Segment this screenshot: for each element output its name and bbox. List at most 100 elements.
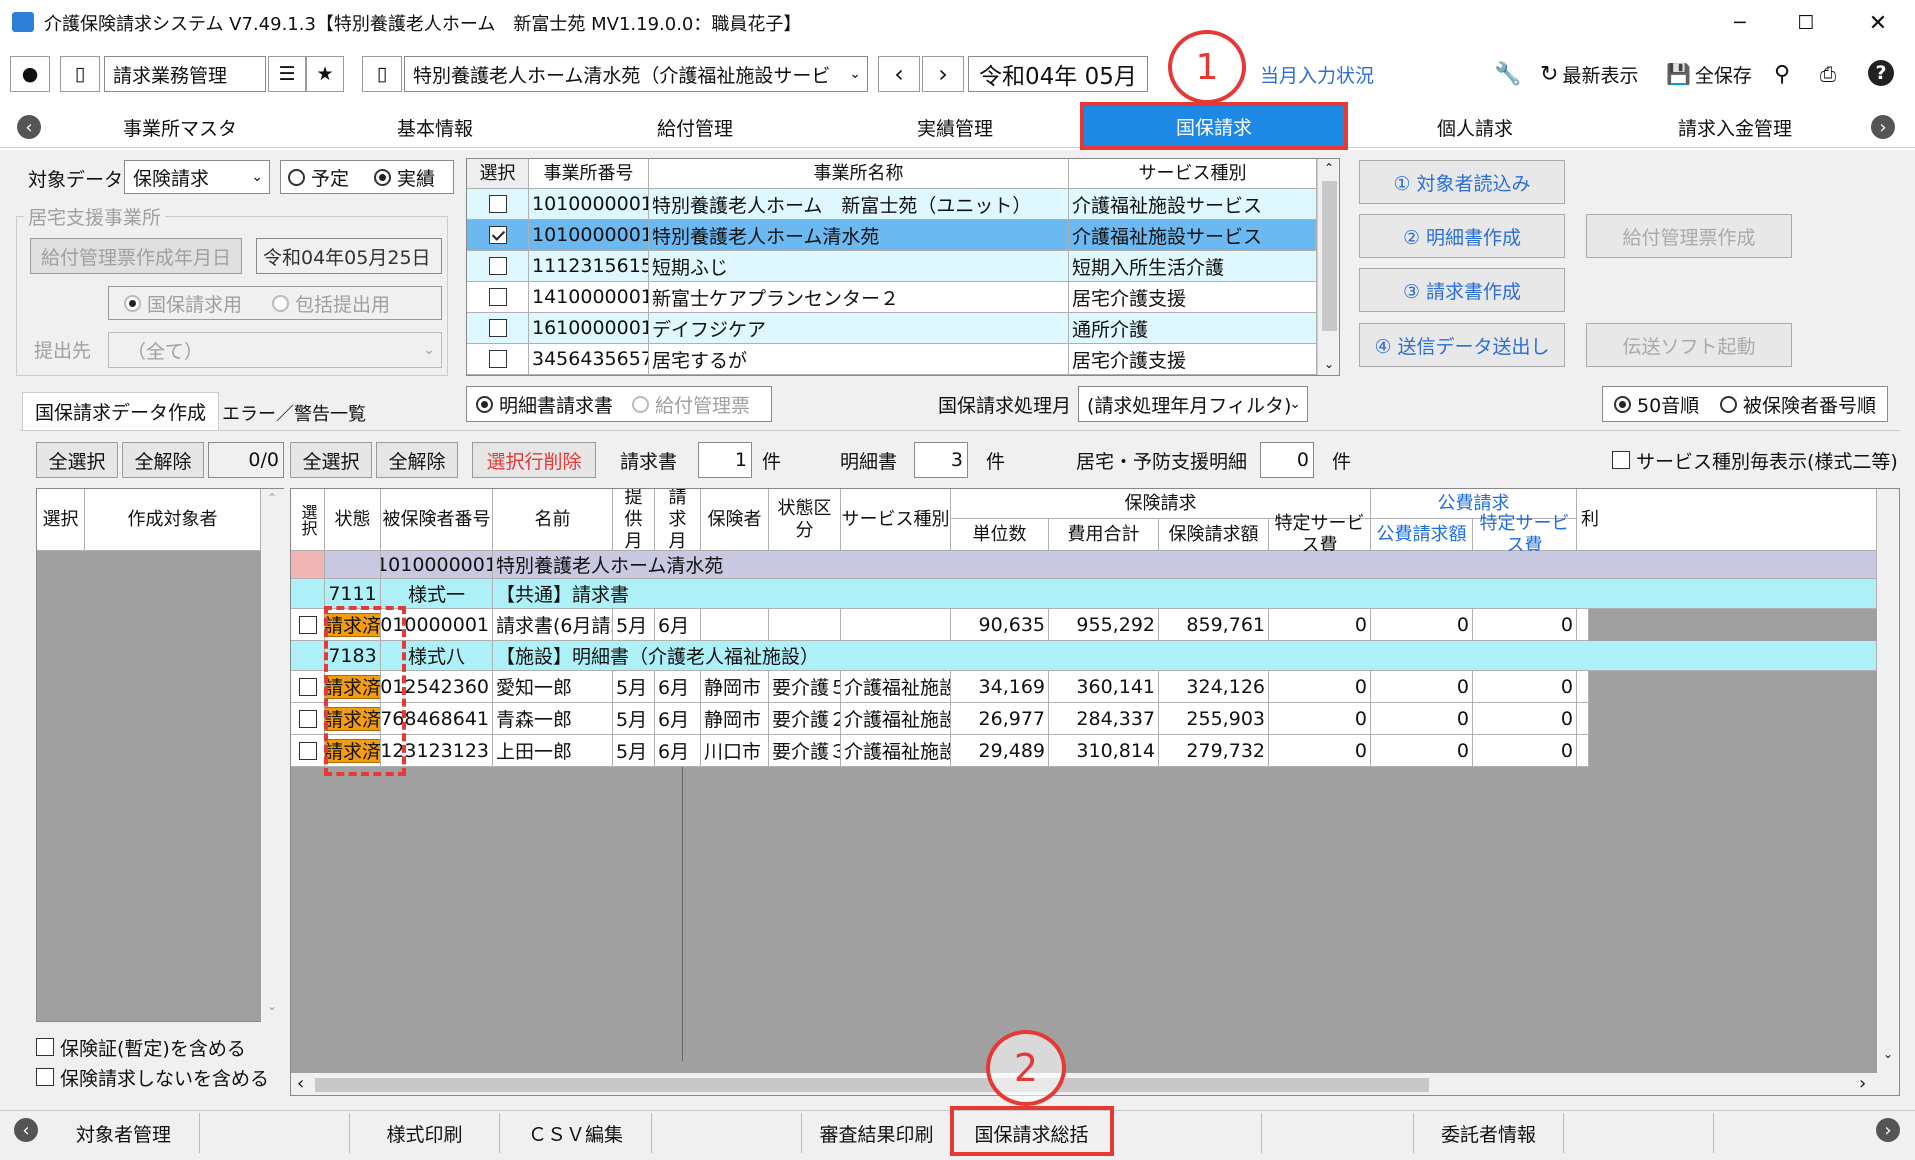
wrench-icon[interactable]: 🔧 <box>1494 56 1521 92</box>
fac-row-checkbox[interactable] <box>467 220 529 251</box>
month-status-link[interactable]: 当月入力状況 <box>1260 56 1374 92</box>
row-public-special[interactable]: 0 <box>1473 735 1577 767</box>
service-display-checkbox[interactable]: サービス種別毎表示(様式二等) <box>1612 442 1898 478</box>
sort-50-radio[interactable]: 50音順 <box>1614 386 1699 422</box>
prev-month-button[interactable]: ‹ <box>878 56 920 92</box>
tab-personal-claim[interactable]: 個人請求 <box>1370 108 1580 146</box>
detail-invoice-radio[interactable]: 明細書請求書 <box>476 386 613 422</box>
create-detail-button[interactable]: ② 明細書作成 <box>1359 214 1565 258</box>
left-clear-all-button[interactable]: 全解除 <box>122 442 204 478</box>
row-units[interactable]: 34,169 <box>951 671 1049 703</box>
row-name[interactable]: 青森一郎 <box>493 703 613 735</box>
actual-radio[interactable]: 実績 <box>374 160 435 194</box>
minimize-button[interactable]: ─ <box>1720 0 1760 46</box>
row-units[interactable]: 90,635 <box>951 609 1049 641</box>
row-total[interactable]: 310,814 <box>1049 735 1159 767</box>
row-public-claim[interactable]: 0 <box>1371 703 1473 735</box>
row-claim[interactable]: 324,126 <box>1159 671 1269 703</box>
row-bill[interactable]: 6月 <box>655 609 701 641</box>
print-icon[interactable]: ⎙ <box>1820 56 1836 92</box>
sort-no-radio[interactable]: 被保険者番号順 <box>1720 386 1876 422</box>
row-special[interactable]: 0 <box>1269 609 1371 641</box>
tab-form-print[interactable]: 様式印刷 <box>350 1113 500 1153</box>
fac-row-checkbox[interactable] <box>467 189 529 220</box>
tab-benefit-mgmt[interactable]: 給付管理 <box>590 108 800 146</box>
row-units[interactable]: 26,977 <box>951 703 1049 735</box>
row-public-special[interactable]: 0 <box>1473 671 1577 703</box>
row-public-special[interactable]: 0 <box>1473 703 1577 735</box>
scroll-thumb[interactable] <box>1322 181 1337 331</box>
tab-kokuho-claim[interactable]: 国保請求 <box>1080 102 1348 150</box>
grid-hscrollbar[interactable]: ‹ › <box>291 1073 1899 1095</box>
row-checkbox[interactable] <box>291 703 325 735</box>
tab-blank-4[interactable] <box>1262 1113 1414 1153</box>
form-row-title[interactable]: 【施設】明細書（介護老人福祉施設） <box>493 641 1877 671</box>
no-claim-checkbox[interactable]: 保険請求しないを含める <box>36 1062 269 1092</box>
process-month-select[interactable]: (請求処理年月フィルタ) ⌄ <box>1078 386 1308 422</box>
row-checkbox[interactable] <box>291 671 325 703</box>
scroll-down-icon[interactable]: ⌄ <box>1883 1047 1893 1061</box>
tab-data-create[interactable]: 国保請求データ作成 <box>22 392 220 430</box>
row-total[interactable]: 955,292 <box>1049 609 1159 641</box>
fac-row-name[interactable]: 特別養護老人ホーム清水苑 <box>649 220 1069 251</box>
row-insurer[interactable] <box>701 609 769 641</box>
row-name[interactable]: 愛知一郎 <box>493 671 613 703</box>
benefit-date-field[interactable]: 令和04年05月25日 <box>256 238 442 274</box>
close-button[interactable]: ✕ <box>1858 0 1898 46</box>
tab-blank-3[interactable] <box>1112 1113 1262 1153</box>
fac-row-name[interactable]: 短期ふじ <box>649 251 1069 282</box>
send-data-button[interactable]: ④ 送信データ送出し <box>1359 323 1565 367</box>
grid-vscrollbar[interactable]: ⌄ <box>1877 489 1899 1073</box>
group-row-code[interactable]: 1010000001 <box>381 551 493 579</box>
search-icon[interactable]: ⚲ <box>1774 56 1790 92</box>
benefit-form-button[interactable]: 給付管理票作成 <box>1586 214 1792 258</box>
scroll-right-icon[interactable]: › <box>1859 1073 1866 1094</box>
fac-row-name[interactable]: 特別養護老人ホーム 新富士苑（ユニット） <box>649 189 1069 220</box>
fac-row-service[interactable]: 居宅介護支援 <box>1069 282 1317 313</box>
fac-row-checkbox[interactable] <box>467 282 529 313</box>
next-month-button[interactable]: › <box>922 56 964 92</box>
target-data-select[interactable]: 保険請求 ⌄ <box>124 160 270 194</box>
row-care-level[interactable]: 要介護３ <box>769 735 841 767</box>
scroll-down-icon[interactable]: ⌄ <box>267 999 277 1013</box>
row-total[interactable]: 284,337 <box>1049 703 1159 735</box>
fac-row-service[interactable]: 介護福祉施設サービス <box>1069 220 1317 251</box>
form-row-title[interactable]: 【共通】請求書 <box>493 579 1877 609</box>
scroll-up-icon[interactable]: ⌃ <box>267 491 277 505</box>
fac-row-service[interactable]: 短期入所生活介護 <box>1069 251 1317 282</box>
grid-select-all-button[interactable]: 全選択 <box>290 442 372 478</box>
row-bill[interactable]: 6月 <box>655 703 701 735</box>
fac-row-service[interactable]: 通所介護 <box>1069 313 1317 344</box>
row-checkbox[interactable] <box>291 735 325 767</box>
tab-blank-2[interactable] <box>652 1113 802 1153</box>
row-public-special[interactable]: 0 <box>1473 609 1577 641</box>
scroll-down-icon[interactable]: ⌄ <box>1324 357 1334 371</box>
benefit-date-button[interactable]: 給付管理票作成年月日 <box>30 238 242 274</box>
tab-review-print[interactable]: 審査結果印刷 <box>802 1113 952 1153</box>
row-service[interactable]: 介護福祉施設 <box>841 703 951 735</box>
tab-error-list[interactable]: エラー／警告一覧 <box>210 396 378 430</box>
read-targets-button[interactable]: ① 対象者読込み <box>1359 160 1565 204</box>
row-care-level[interactable]: 要介護５ <box>769 671 841 703</box>
maximize-button[interactable]: ☐ <box>1786 0 1826 46</box>
nav-next-icon[interactable]: › <box>1868 108 1898 146</box>
fac-row-service[interactable]: 介護福祉施設サービス <box>1069 189 1317 220</box>
form-row-code[interactable]: 7111 <box>325 579 381 609</box>
module-field[interactable]: 請求業務管理 <box>104 56 266 92</box>
list-icon[interactable]: ☰ <box>268 56 306 92</box>
row-provide[interactable]: 5月 <box>613 609 655 641</box>
nav-prev-icon[interactable]: ‹ <box>14 108 44 146</box>
row-care-level[interactable] <box>769 609 841 641</box>
provisional-checkbox[interactable]: 保険証(暫定)を含める <box>36 1032 246 1062</box>
row-insurer[interactable]: 静岡市 <box>701 703 769 735</box>
row-service[interactable] <box>841 609 951 641</box>
left-select-all-button[interactable]: 全選択 <box>36 442 118 478</box>
left-scrollbar[interactable]: ⌃ ⌄ <box>261 489 285 1023</box>
row-claim[interactable]: 859,761 <box>1159 609 1269 641</box>
device-icon[interactable]: ▯ <box>60 56 100 92</box>
create-invoice-button[interactable]: ③ 請求書作成 <box>1359 268 1565 312</box>
tab-basic-info[interactable]: 基本情報 <box>330 108 540 146</box>
fac-row-code[interactable]: 1410000001 <box>529 282 649 313</box>
row-provide[interactable]: 5月 <box>613 703 655 735</box>
group-row-name[interactable]: 特別養護老人ホーム清水苑 <box>493 551 1877 579</box>
